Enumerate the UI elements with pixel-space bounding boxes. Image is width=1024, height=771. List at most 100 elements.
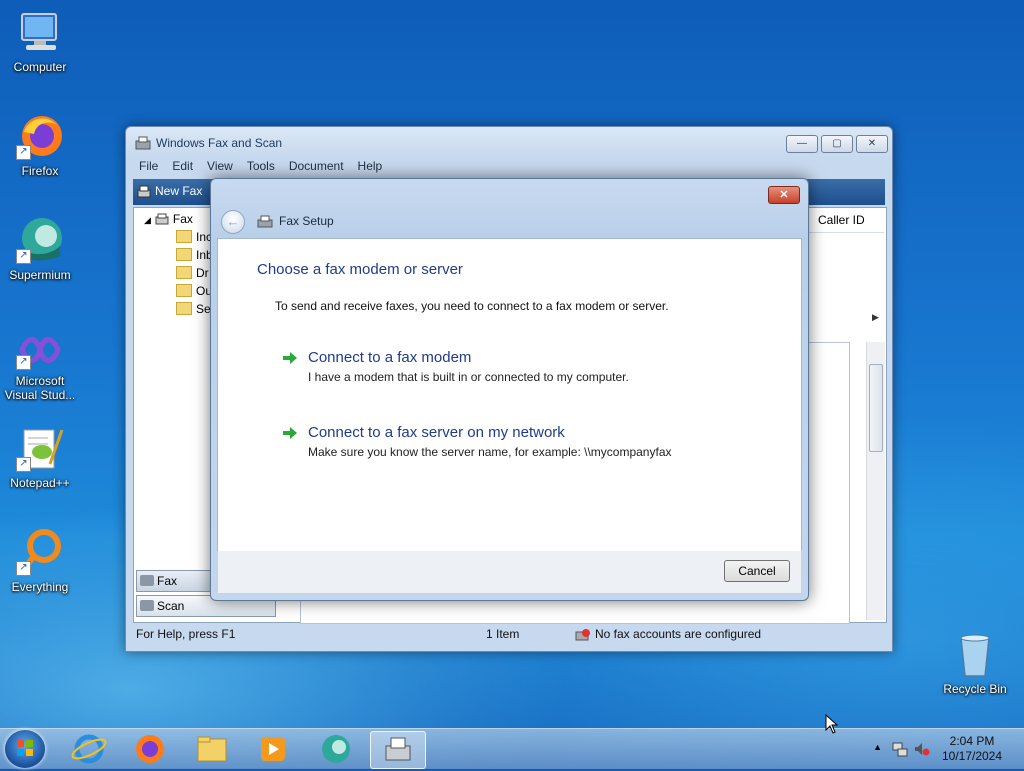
- fax-error-icon: [575, 629, 590, 641]
- tree-item-incoming[interactable]: Inc: [176, 228, 212, 246]
- desktop-icon-computer[interactable]: Computer: [2, 8, 78, 74]
- minimize-button[interactable]: —: [786, 135, 818, 153]
- firefox-icon: [136, 735, 164, 763]
- volume-muted-icon[interactable]: [914, 741, 930, 757]
- option-title[interactable]: Connect to a fax server on my network: [308, 424, 565, 441]
- cancel-button[interactable]: Cancel: [724, 560, 790, 582]
- tree-item-outbox[interactable]: Ou: [176, 282, 212, 300]
- desktop-icon-label: Everything: [11, 580, 69, 594]
- nav-label: Scan: [157, 599, 185, 613]
- desktop-icon-supermium[interactable]: ↗ Supermium: [2, 216, 78, 282]
- status-help: For Help, press F1: [136, 627, 236, 641]
- desktop-icon-label: Recycle Bin: [943, 682, 1007, 696]
- folder-icon: [176, 266, 192, 279]
- recycle-bin-icon: [951, 630, 999, 678]
- desktop-icon-everything[interactable]: ↗ Everything: [2, 528, 78, 594]
- tree-item-inbox[interactable]: Inb: [176, 246, 213, 264]
- tree-item-sent[interactable]: Se: [176, 300, 211, 318]
- clock[interactable]: 2:04 PM 10/17/2024: [938, 734, 1006, 764]
- back-arrow-icon[interactable]: ←: [221, 210, 245, 234]
- desktop-icon-visual-studio[interactable]: ↗ Microsoft Visual Stud...: [2, 330, 78, 402]
- status-bar: For Help, press F1 1 Item No fax account…: [133, 624, 885, 644]
- close-button[interactable]: ✕: [856, 135, 888, 153]
- taskbar-firefox[interactable]: [123, 731, 177, 767]
- dialog-heading: Choose a fax modem or server: [257, 261, 463, 278]
- green-arrow-icon: [283, 427, 297, 439]
- desktop-icon-recycle-bin[interactable]: Recycle Bin: [937, 630, 1013, 696]
- fax-setup-icon: [257, 215, 273, 228]
- tree-label: Fax: [172, 212, 193, 226]
- nav-label: Fax: [157, 574, 178, 588]
- fax-icon: [140, 575, 154, 586]
- firefox-icon: ↗: [16, 112, 64, 160]
- dialog-close-button[interactable]: ✕: [768, 186, 800, 204]
- taskbar-media-player[interactable]: [246, 731, 300, 767]
- green-arrow-icon: [283, 352, 297, 364]
- dialog-title: Fax Setup: [279, 214, 334, 228]
- fax-setup-dialog: ✕ ← Fax Setup Choose a fax modem or serv…: [210, 178, 809, 601]
- scrollbar-thumb[interactable]: [869, 364, 883, 452]
- desktop-icon-notepadpp[interactable]: ↗ Notepad++: [2, 424, 78, 490]
- taskbar: ▲ 2:04 PM 10/17/2024: [0, 728, 1024, 769]
- tree-expander-icon[interactable]: ◢: [144, 215, 151, 225]
- show-hidden-icons-icon[interactable]: ▲: [873, 742, 882, 752]
- clock-time: 2:04 PM: [949, 734, 995, 748]
- everything-icon: ↗: [16, 528, 64, 576]
- tree-label: Se: [196, 302, 211, 316]
- vertical-scrollbar[interactable]: [866, 342, 885, 620]
- status-accounts: No fax accounts are configured: [595, 627, 762, 641]
- network-icon[interactable]: [892, 741, 908, 757]
- desktop-icon-firefox[interactable]: ↗ Firefox: [2, 112, 78, 178]
- taskbar-supermium[interactable]: [309, 731, 363, 767]
- shortcut-arrow-icon: ↗: [16, 457, 31, 472]
- menu-edit[interactable]: Edit: [165, 156, 200, 176]
- folder-icon: [176, 302, 192, 315]
- menu-file[interactable]: File: [132, 156, 165, 176]
- maximize-button[interactable]: ▢: [821, 135, 853, 153]
- visual-studio-icon: ↗: [16, 330, 64, 370]
- caption-buttons: — ▢ ✕: [786, 135, 888, 153]
- option-desc: I have a modem that is built in or conne…: [308, 370, 629, 384]
- shortcut-arrow-icon: ↗: [16, 561, 31, 576]
- scanner-icon: [140, 600, 154, 611]
- supermium-icon: [322, 735, 350, 763]
- folder-icon: [176, 248, 192, 261]
- menu-help[interactable]: Help: [351, 156, 390, 176]
- folder-icon: [176, 230, 192, 243]
- menu-bar: File Edit View Tools Document Help: [132, 156, 389, 176]
- computer-icon: [16, 8, 64, 56]
- shortcut-arrow-icon: ↗: [16, 145, 31, 160]
- dialog-footer: Cancel: [217, 551, 802, 594]
- menu-tools[interactable]: Tools: [240, 156, 282, 176]
- menu-view[interactable]: View: [200, 156, 240, 176]
- dialog-body: Choose a fax modem or server To send and…: [217, 238, 802, 552]
- menu-document[interactable]: Document: [282, 156, 351, 176]
- fax-app-icon: [135, 136, 151, 150]
- desktop-icon-label: Supermium: [9, 268, 71, 282]
- column-caller-id[interactable]: Caller ID: [818, 213, 865, 227]
- taskbar-fax-and-scan[interactable]: [370, 731, 426, 769]
- option-title[interactable]: Connect to a fax modem: [308, 349, 471, 366]
- option-desc: Make sure you know the server name, for …: [308, 445, 672, 459]
- folder-icon: [176, 284, 192, 297]
- shortcut-arrow-icon: ↗: [16, 249, 31, 264]
- desktop-icon-label: Firefox: [21, 164, 59, 178]
- desktop-icon-label: Computer: [13, 60, 67, 74]
- folder-icon: [197, 736, 227, 762]
- taskbar-ie[interactable]: [62, 731, 116, 767]
- tree-item-fax[interactable]: ◢ Fax: [144, 210, 193, 228]
- new-fax-button[interactable]: New Fax: [155, 184, 202, 198]
- dialog-intro: To send and receive faxes, you need to c…: [275, 299, 669, 313]
- status-count: 1 Item: [486, 627, 520, 641]
- clock-date: 10/17/2024: [941, 749, 1003, 763]
- mouse-cursor-icon: [825, 714, 839, 734]
- scroll-right-arrow-icon[interactable]: ▶: [872, 312, 879, 323]
- window-title: Windows Fax and Scan: [156, 136, 283, 150]
- taskbar-explorer[interactable]: [185, 731, 239, 767]
- tree-item-drafts[interactable]: Dr: [176, 264, 209, 282]
- shortcut-arrow-icon: ↗: [16, 355, 31, 370]
- media-player-icon: [261, 737, 285, 761]
- fax-icon: [385, 737, 411, 761]
- start-button[interactable]: [5, 730, 45, 768]
- supermium-icon: ↗: [16, 216, 64, 264]
